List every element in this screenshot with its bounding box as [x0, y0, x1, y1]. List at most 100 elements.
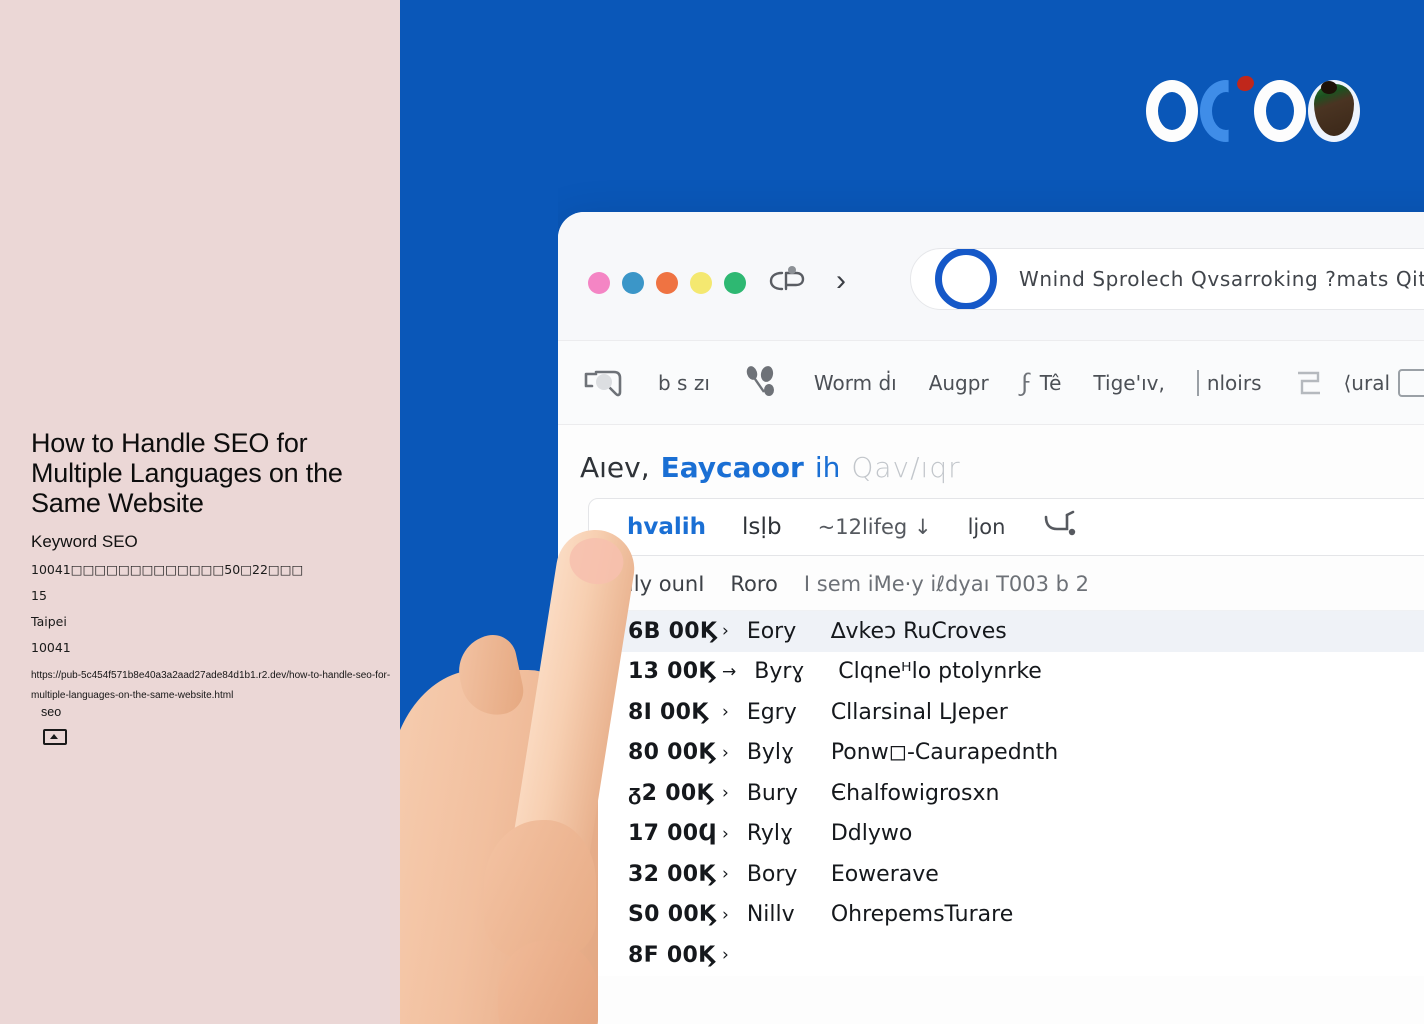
toolbar-item-augpr[interactable]: Augpr	[929, 371, 989, 395]
toolbar-label-kural: ⟨ural	[1343, 370, 1391, 395]
trend-arrow-icon: ›	[722, 783, 729, 804]
cell-tag: Rylɣ	[746, 821, 794, 847]
table-row[interactable]: 32 00Ϗ › Bory Eowerave	[558, 854, 1424, 895]
toolbar-item-tigerv[interactable]: Tige'ıv,	[1093, 371, 1164, 395]
dot-green[interactable]	[724, 272, 746, 294]
four-ring-logo	[1146, 73, 1360, 142]
ring-white-1	[1146, 80, 1198, 142]
toolbar-item-kural[interactable]: ⟨ural	[1294, 367, 1424, 399]
section-heading: Aıev, Eaycaoor ih Qav/ıqr	[558, 425, 1424, 498]
dot-yellow[interactable]	[690, 272, 712, 294]
source-url[interactable]: https://pub-5c454f571b8e40a3a2aad27ade84…	[31, 666, 391, 706]
cell-volume: ᵹ2 00Ϗ	[628, 781, 714, 807]
dot-pink[interactable]	[588, 272, 610, 294]
divider-icon	[1196, 369, 1199, 396]
toolbar-item-te[interactable]: ϝ Tê	[1021, 369, 1062, 397]
cell-volume: 17 00Ϥ	[628, 821, 717, 847]
column-header-third[interactable]: I sem iMe·y iℓdyaı T003 b 2	[804, 572, 1089, 596]
cell-volume: 13 00Ϗ	[628, 659, 716, 685]
trend-arrow-icon: →	[722, 661, 737, 682]
browser-toolbar[interactable]: b s zı Worm ḋı Augpr ϝ Tê Tige'ıv, nloir…	[558, 341, 1424, 425]
cell-keyword: Eowerave	[830, 861, 939, 887]
results-table: 6B 00Ϗ › Eory ∆vkeɔ RuCroves 13 00Ϗ → By…	[558, 611, 1424, 976]
filter-item-lslb[interactable]: lsḷb	[742, 514, 782, 540]
cell-keyword: Ddlywo	[830, 821, 913, 847]
cell-tag: Eory	[746, 618, 797, 644]
table-column-header: Hly ounⅠ Roro I sem iMe·y iℓdyaı T003 b …	[558, 556, 1424, 611]
toolbar-item-nloirs[interactable]: nloirs	[1196, 369, 1262, 396]
trend-arrow-icon: ›	[722, 864, 729, 885]
cell-tag: Nillv	[746, 902, 795, 928]
square-icon	[1398, 368, 1424, 397]
cell-tag: Byrɣ	[754, 659, 805, 685]
filter-item-ljon[interactable]: ljon	[968, 515, 1006, 539]
heading-part-dark: Aıev,	[580, 451, 650, 484]
ring-white-2	[1254, 80, 1306, 142]
cell-keyword: OhrepemsTurare	[830, 902, 1014, 928]
toolbar-label-augpr: Augpr	[928, 370, 989, 395]
postal-line: 10041	[31, 640, 71, 655]
number-line: 15	[31, 588, 47, 603]
dot-orange[interactable]	[656, 272, 678, 294]
flag-icon: ϝ	[1020, 368, 1032, 397]
left-info-panel: How to Handle SEO for Multiple Languages…	[0, 0, 400, 1024]
table-row[interactable]: 17 00Ϥ › Rylɣ Ddlywo	[558, 814, 1424, 855]
toolbar-icon-scissor[interactable]	[742, 365, 782, 400]
toolbar-label-nloirs: nloirs	[1206, 370, 1262, 395]
cell-keyword: Cllarsinal LJeper	[830, 699, 1008, 725]
cell-keyword: Єhalfowigrosxn	[830, 780, 1000, 806]
ring-acorn-dark	[1308, 80, 1360, 142]
toolbar-label-b-s-zi: b s zı	[658, 370, 710, 395]
filter-dropdown[interactable]: ~12lifeg ↓	[818, 515, 932, 539]
cell-volume: 80 00Ϗ	[628, 740, 716, 766]
filter-active-tab[interactable]: hvalih	[627, 514, 706, 540]
chevron-down-icon: ↓	[913, 515, 932, 539]
dot-blue[interactable]	[622, 272, 644, 294]
toolbar-item-worm[interactable]: Worm ḋı	[814, 371, 897, 395]
address-line: 10041□□□□□□□□□□□□□50□22□□□	[31, 562, 304, 577]
address-bar[interactable]: Wnind Sprolech Qvsarroking ?mats Qitl ··…	[910, 248, 1424, 310]
heading-part-blue-bold: Eaycaoor	[660, 451, 804, 484]
back-arrow-icon[interactable]	[768, 264, 808, 298]
table-row[interactable]: S0 00Ϗ › Nillv OhrepemsTurare	[558, 895, 1424, 936]
cart-icon[interactable]	[1041, 509, 1081, 546]
window-controls[interactable]	[588, 272, 746, 294]
toolbar-label-te: Tê	[1039, 370, 1062, 395]
cell-keyword: Ponw◻‑Caurapednth	[830, 740, 1059, 766]
table-row[interactable]: 8I 00Ϗ › Egry Cllarsinal LJeper	[558, 692, 1424, 733]
filter-bar[interactable]: hvalih lsḷb ~12lifeg ↓ ljon Tℓ	[588, 498, 1424, 556]
toolbar-label-worm: Worm ḋı	[813, 370, 897, 395]
trend-arrow-icon: ›	[722, 702, 729, 723]
image-placeholder-icon	[43, 729, 67, 745]
table-row[interactable]: 6B 00Ϗ › Eory ∆vkeɔ RuCroves	[558, 611, 1424, 652]
ring-blue-red-dot	[1200, 73, 1256, 142]
toolbar-item-b-s-zi[interactable]: b s zı	[658, 371, 710, 395]
column-header-second[interactable]: Roro	[730, 572, 778, 596]
trend-arrow-icon: ›	[722, 904, 729, 925]
cell-tag: Egry	[746, 699, 797, 725]
cell-tag: Bury	[746, 780, 798, 806]
heading-part-gray: Qav/ıqr	[851, 451, 961, 484]
trend-arrow-icon: ›	[722, 742, 729, 763]
table-row[interactable]: 80 00Ϗ › Bylɣ Ponw◻‑Caurapednth	[558, 733, 1424, 774]
column-header-first[interactable]: Hly ounⅠ	[618, 572, 704, 596]
cell-volume: 32 00Ϗ	[628, 861, 716, 887]
cell-keyword: ∆vkeɔ RuCroves	[830, 618, 1007, 644]
filter-dropdown-label: ~12lifeg	[817, 515, 908, 539]
browser-window: › Wnind Sprolech Qvsarroking ?mats Qitl …	[558, 212, 1424, 1024]
chevron-right-icon[interactable]: ›	[836, 266, 846, 296]
trend-arrow-icon: ›	[722, 621, 729, 642]
keyword-heading: Keyword SEO	[31, 532, 138, 551]
cell-keyword: Clqneᴴlo ptolynrke	[838, 659, 1042, 685]
trend-arrow-icon: ›	[722, 823, 729, 844]
navigation-controls[interactable]: ›	[768, 264, 846, 298]
trend-arrow-icon: ›	[722, 945, 729, 966]
table-row[interactable]: ᵹ2 00Ϗ › Bury Єhalfowigrosxn	[558, 773, 1424, 814]
address-bar-text[interactable]: Wnind Sprolech Qvsarroking ?mats Qitl ··…	[1019, 267, 1424, 291]
heading-part-blue: ih	[814, 451, 841, 484]
table-row[interactable]: 13 00Ϗ → Byrɣ Clqneᴴlo ptolynrke	[558, 652, 1424, 693]
red-dot-icon	[1235, 73, 1256, 94]
table-row[interactable]: 8Ϝ 00Ϗ ›	[558, 935, 1424, 976]
page-title: How to Handle SEO for Multiple Languages…	[31, 428, 343, 518]
toolbar-icon-bookmark[interactable]	[580, 366, 626, 400]
